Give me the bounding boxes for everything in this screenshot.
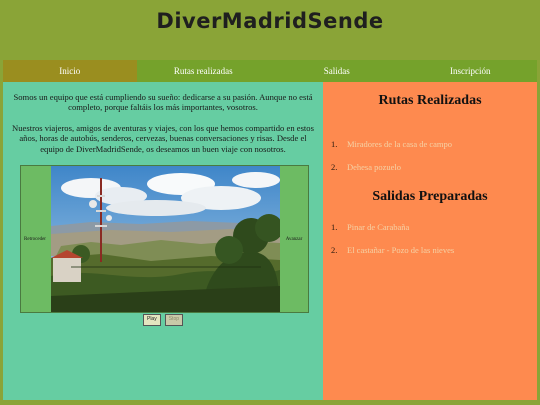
route-link-castanar[interactable]: El castañar - Pozo de las nieves: [347, 245, 454, 268]
footer-bar: [0, 400, 540, 405]
nav-item-rutas-realizadas[interactable]: Rutas realizadas: [137, 60, 271, 82]
nav-item-inscripcion[interactable]: Inscripción: [404, 60, 538, 82]
intro-text: Somos un equipo que está cumpliendo su s…: [9, 92, 317, 154]
image-carousel: Retroceder Avanzar: [20, 165, 309, 313]
play-button[interactable]: Play: [142, 314, 161, 326]
rutas-realizadas-heading: Rutas Realizadas: [378, 93, 482, 108]
carousel-controls: Play Stop: [3, 314, 323, 326]
landscape-photo: [51, 166, 280, 312]
intro-paragraph-1: Somos un equipo que está cumpliendo su s…: [13, 92, 313, 113]
rutas-realizadas-list: 1. Miradores de la casa de campo 2. Dehe…: [331, 139, 452, 185]
salidas-preparadas-list: 1. Pinar de Carabaña 2. El castañar - Po…: [331, 222, 454, 268]
list-item: 1. Miradores de la casa de campo: [331, 139, 452, 162]
route-link-miradores[interactable]: Miradores de la casa de campo: [347, 139, 452, 162]
main-nav: Inicio Rutas realizadas Salidas Inscripc…: [3, 60, 537, 82]
site-title: DiverMadridSende: [156, 9, 384, 33]
carousel-prev-button[interactable]: Retroceder: [21, 166, 49, 312]
sidebar: Rutas Realizadas 1. Miradores de la casa…: [323, 82, 537, 400]
carousel-next-button[interactable]: Avanzar: [280, 166, 308, 312]
main-content: Somos un equipo que está cumpliendo su s…: [3, 82, 323, 400]
list-item: 2. Dehesa pozuelo: [331, 162, 452, 185]
nav-item-salidas[interactable]: Salidas: [270, 60, 404, 82]
route-link-dehesa[interactable]: Dehesa pozuelo: [347, 162, 401, 185]
intro-paragraph-2: Nuestros viajeros, amigos de aventuras y…: [12, 122, 314, 154]
list-number: 2.: [331, 245, 338, 255]
route-link-pinar[interactable]: Pinar de Carabaña: [347, 222, 409, 245]
list-number: 1.: [331, 139, 338, 149]
list-item: 1. Pinar de Carabaña: [331, 222, 454, 245]
salidas-preparadas-heading: Salidas Preparadas: [372, 189, 488, 204]
list-number: 1.: [331, 222, 338, 232]
list-number: 2.: [331, 162, 338, 172]
stop-button[interactable]: Stop: [164, 314, 184, 326]
nav-item-inicio[interactable]: Inicio: [3, 60, 137, 82]
list-item: 2. El castañar - Pozo de las nieves: [331, 245, 454, 268]
